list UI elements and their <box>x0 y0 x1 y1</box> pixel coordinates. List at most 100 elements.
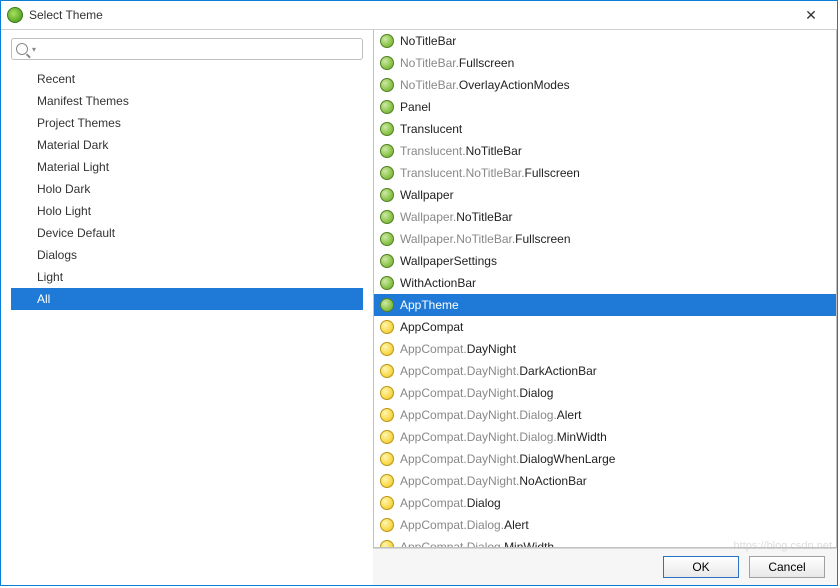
theme-icon <box>380 144 394 158</box>
theme-name: WallpaperSettings <box>400 254 497 268</box>
theme-row[interactable]: AppCompat.DayNight.DialogWhenLarge <box>374 448 836 470</box>
category-item[interactable]: Light <box>11 266 363 288</box>
category-list[interactable]: RecentManifest ThemesProject ThemesMater… <box>11 68 363 575</box>
theme-name: Panel <box>400 100 431 114</box>
theme-row[interactable]: WithActionBar <box>374 272 836 294</box>
category-item[interactable]: Material Light <box>11 156 363 178</box>
theme-icon <box>380 166 394 180</box>
theme-name: OverlayActionModes <box>459 78 570 92</box>
category-item[interactable]: Manifest Themes <box>11 90 363 112</box>
theme-name: Alert <box>504 518 529 532</box>
window-title: Select Theme <box>29 8 791 22</box>
theme-row[interactable]: WallpaperSettings <box>374 250 836 272</box>
theme-prefix: AppCompat.DayNight.Dialog. <box>400 408 557 422</box>
category-item[interactable]: Material Dark <box>11 134 363 156</box>
theme-icon <box>380 452 394 466</box>
theme-prefix: Translucent.NoTitleBar. <box>400 166 525 180</box>
theme-row[interactable]: AppCompat.Dialog <box>374 492 836 514</box>
category-item[interactable]: All <box>11 288 363 310</box>
cancel-button[interactable]: Cancel <box>749 556 825 578</box>
theme-name: Translucent <box>400 122 462 136</box>
search-icon <box>16 43 28 55</box>
theme-icon <box>380 320 394 334</box>
theme-icon <box>380 364 394 378</box>
category-item[interactable]: Project Themes <box>11 112 363 134</box>
theme-row[interactable]: AppCompat.DayNight <box>374 338 836 360</box>
theme-name: WithActionBar <box>400 276 476 290</box>
theme-name: AppCompat <box>400 320 463 334</box>
theme-row[interactable]: Translucent.NoTitleBar <box>374 140 836 162</box>
theme-name: Dialog <box>519 386 553 400</box>
theme-prefix: AppCompat. <box>400 342 467 356</box>
theme-name: DarkActionBar <box>519 364 596 378</box>
theme-prefix: AppCompat.DayNight. <box>400 386 519 400</box>
theme-row[interactable]: Panel <box>374 96 836 118</box>
search-box[interactable]: ▾ <box>11 38 363 60</box>
theme-icon <box>380 210 394 224</box>
theme-icon <box>380 276 394 290</box>
theme-name: AppTheme <box>400 298 459 312</box>
theme-name: Fullscreen <box>515 232 570 246</box>
theme-row[interactable]: AppCompat.Dialog.Alert <box>374 514 836 536</box>
category-item[interactable]: Dialogs <box>11 244 363 266</box>
theme-icon <box>380 122 394 136</box>
theme-prefix: Translucent. <box>400 144 466 158</box>
theme-icon <box>380 78 394 92</box>
theme-row[interactable]: AppCompat.DayNight.Dialog <box>374 382 836 404</box>
category-item[interactable]: Holo Dark <box>11 178 363 200</box>
theme-icon <box>380 34 394 48</box>
theme-prefix: Wallpaper.NoTitleBar. <box>400 232 515 246</box>
dialog-body: ▾ RecentManifest ThemesProject ThemesMat… <box>1 30 837 585</box>
theme-icon <box>380 408 394 422</box>
theme-row[interactable]: Wallpaper <box>374 184 836 206</box>
theme-row[interactable]: NoTitleBar.Fullscreen <box>374 52 836 74</box>
theme-row[interactable]: Wallpaper.NoTitleBar <box>374 206 836 228</box>
app-icon <box>7 7 23 23</box>
button-bar: OK Cancel <box>373 548 837 585</box>
theme-name: NoActionBar <box>519 474 586 488</box>
theme-row[interactable]: Translucent.NoTitleBar.Fullscreen <box>374 162 836 184</box>
theme-row[interactable]: AppCompat.DayNight.Dialog.MinWidth <box>374 426 836 448</box>
theme-name: DialogWhenLarge <box>519 452 615 466</box>
theme-prefix: AppCompat.DayNight. <box>400 364 519 378</box>
theme-icon <box>380 496 394 510</box>
theme-icon <box>380 540 394 547</box>
theme-icon <box>380 430 394 444</box>
theme-icon <box>380 254 394 268</box>
theme-row[interactable]: AppCompat.DayNight.NoActionBar <box>374 470 836 492</box>
theme-prefix: Wallpaper. <box>400 210 456 224</box>
theme-icon <box>380 232 394 246</box>
theme-row[interactable]: Wallpaper.NoTitleBar.Fullscreen <box>374 228 836 250</box>
ok-button[interactable]: OK <box>663 556 739 578</box>
theme-prefix: AppCompat.Dialog. <box>400 540 504 547</box>
theme-name: MinWidth <box>504 540 554 547</box>
theme-row[interactable]: Translucent <box>374 118 836 140</box>
theme-prefix: AppCompat.Dialog. <box>400 518 504 532</box>
theme-name: Wallpaper <box>400 188 454 202</box>
theme-name: DayNight <box>467 342 516 356</box>
theme-row[interactable]: AppTheme <box>374 294 836 316</box>
theme-list[interactable]: NoTitleBarNoTitleBar.FullscreenNoTitleBa… <box>373 30 837 547</box>
theme-icon <box>380 518 394 532</box>
theme-name: Fullscreen <box>525 166 580 180</box>
theme-row[interactable]: AppCompat.Dialog.MinWidth <box>374 536 836 547</box>
theme-name: NoTitleBar <box>400 34 456 48</box>
close-button[interactable]: ✕ <box>791 1 831 29</box>
theme-prefix: AppCompat.DayNight. <box>400 474 519 488</box>
theme-name: Alert <box>557 408 582 422</box>
category-item[interactable]: Device Default <box>11 222 363 244</box>
theme-name: NoTitleBar <box>466 144 522 158</box>
search-input[interactable] <box>36 42 358 56</box>
theme-name: MinWidth <box>557 430 607 444</box>
theme-name: Fullscreen <box>459 56 514 70</box>
theme-row[interactable]: AppCompat.DayNight.DarkActionBar <box>374 360 836 382</box>
theme-row[interactable]: AppCompat.DayNight.Dialog.Alert <box>374 404 836 426</box>
theme-icon <box>380 342 394 356</box>
theme-prefix: AppCompat.DayNight.Dialog. <box>400 430 557 444</box>
theme-row[interactable]: AppCompat <box>374 316 836 338</box>
category-item[interactable]: Recent <box>11 68 363 90</box>
theme-prefix: AppCompat.DayNight. <box>400 452 519 466</box>
category-item[interactable]: Holo Light <box>11 200 363 222</box>
theme-row[interactable]: NoTitleBar.OverlayActionModes <box>374 74 836 96</box>
theme-row[interactable]: NoTitleBar <box>374 30 836 52</box>
